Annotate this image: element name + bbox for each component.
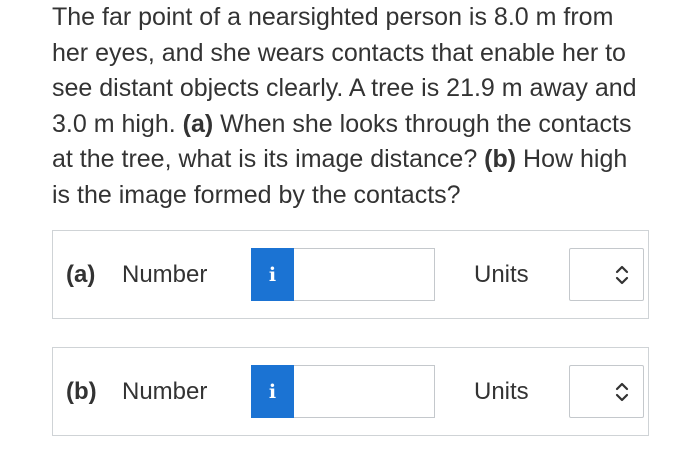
question-line: 3.0 m high. (a) When she looks through t… (52, 107, 682, 143)
question-text-segment: at the tree, what is its image distance? (52, 145, 485, 173)
question-line: see distant objects clearly. A tree is 2… (52, 71, 682, 107)
answer-row-b: (b) Number i Units (52, 347, 649, 436)
info-icon[interactable]: i (251, 248, 294, 301)
question-text-segment: her eyes, and she wears contacts that en… (52, 38, 626, 67)
units-select-b[interactable] (569, 365, 644, 418)
units-label: Units (474, 261, 529, 288)
units-select-a[interactable] (569, 248, 644, 301)
part-label: (a) (66, 261, 96, 288)
answer-row-a: (a) Number i Units (52, 230, 649, 319)
question-line: her eyes, and she wears contacts that en… (52, 36, 682, 72)
number-label: Number (122, 378, 208, 405)
part-label: (b) (66, 378, 97, 405)
question-text-segment: How high (516, 145, 628, 173)
question-part-marker: (a) (182, 109, 214, 138)
question-text: The far point of a nearsighted person is… (52, 0, 682, 213)
question-text-segment: see distant objects clearly. A tree is 2… (52, 74, 637, 102)
question-part-marker: (b) (484, 145, 517, 173)
question-line: at the tree, what is its image distance?… (52, 142, 682, 178)
question-line: is the image formed by the contacts? (52, 178, 682, 214)
question-text-segment: 3.0 m high. (52, 109, 183, 138)
units-label: Units (474, 378, 529, 405)
info-icon[interactable]: i (251, 365, 294, 418)
number-label: Number (122, 261, 208, 288)
question-text-segment: When she looks through the contacts (213, 109, 632, 138)
question-text-segment: The far point of a nearsighted person is… (52, 3, 614, 31)
chevron-up-down-icon (615, 382, 629, 402)
question-line: The far point of a nearsighted person is… (52, 0, 682, 36)
number-input-a[interactable] (294, 248, 435, 301)
chevron-up-down-icon (615, 265, 629, 285)
question-text-segment: is the image formed by the contacts? (52, 180, 461, 209)
number-input-b[interactable] (294, 365, 435, 418)
